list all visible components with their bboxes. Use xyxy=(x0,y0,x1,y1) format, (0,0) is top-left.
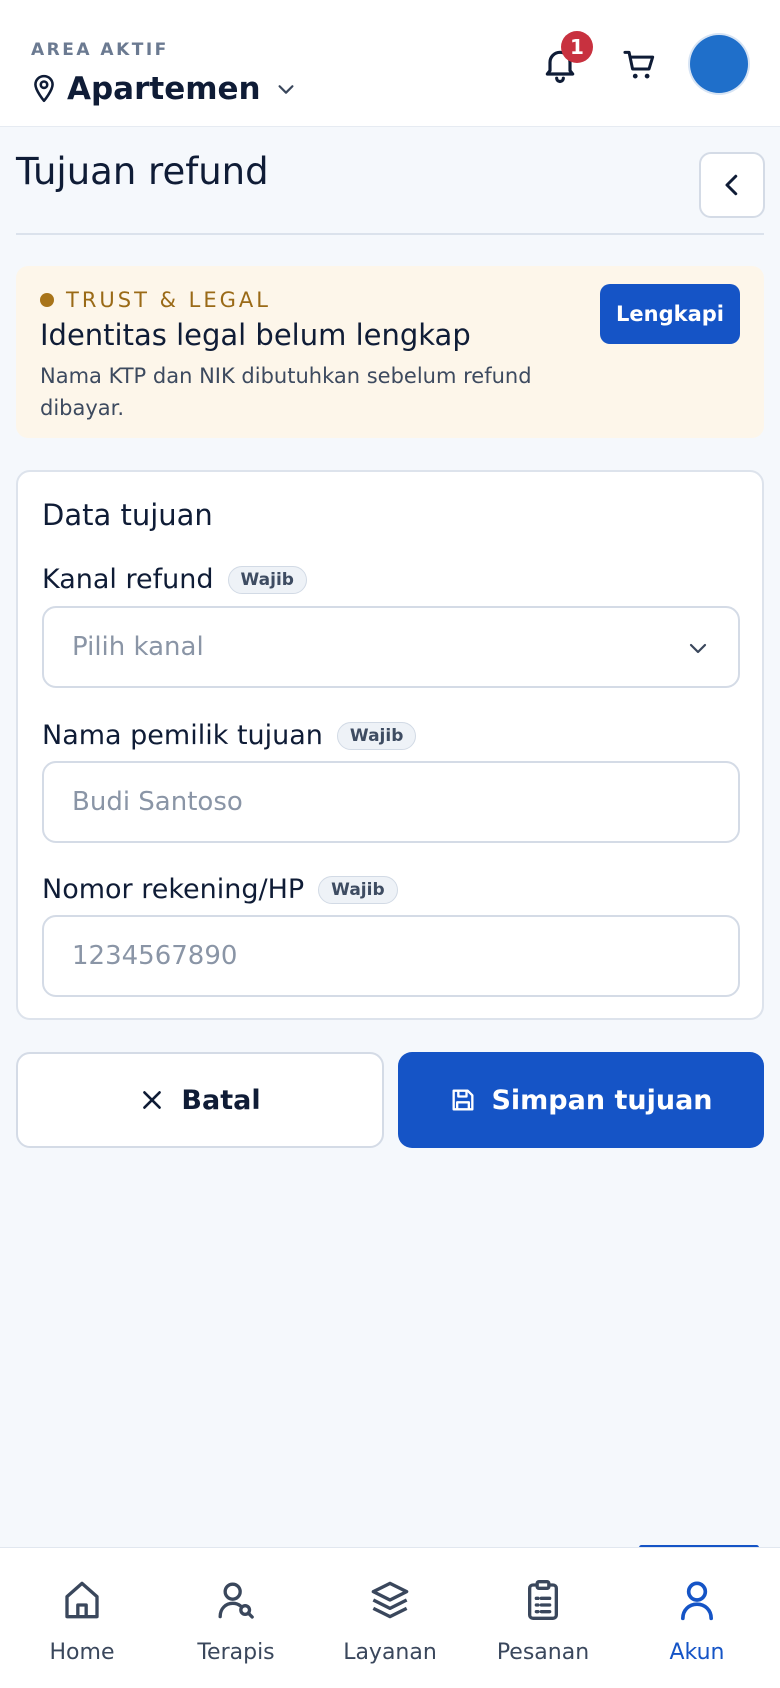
nav-item-pesanan[interactable]: Pesanan xyxy=(468,1548,618,1688)
avatar[interactable] xyxy=(690,35,748,93)
area-selector[interactable]: Apartemen xyxy=(31,68,297,110)
user-icon xyxy=(681,1581,713,1621)
chevron-down-icon xyxy=(689,643,707,654)
chevron-left-icon xyxy=(725,174,738,196)
status-dot-icon xyxy=(40,293,54,307)
save-destination-button[interactable]: Simpan tujuan xyxy=(398,1052,764,1148)
account-number-label: Nomor rekening/HP xyxy=(42,874,305,905)
save-icon xyxy=(452,1089,474,1111)
clipboard-icon xyxy=(528,1580,558,1620)
nav-item-terapis[interactable]: Terapis xyxy=(161,1548,311,1688)
close-icon xyxy=(143,1091,162,1109)
nav-label-layanan: Layanan xyxy=(343,1640,437,1665)
top-bar: AREA AKTIF Apartemen 1 xyxy=(0,0,780,127)
cancel-label: Batal xyxy=(181,1084,261,1116)
cancel-button[interactable]: Batal xyxy=(16,1052,384,1148)
page-title: Tujuan refund xyxy=(16,150,269,193)
required-badge: Wajib xyxy=(336,721,417,750)
home-icon xyxy=(65,1581,99,1619)
trust-legal-banner: TRUST & LEGAL Identitas legal belum leng… xyxy=(16,266,764,438)
channel-label: Kanal refund xyxy=(42,564,214,595)
channel-placeholder: Pilih kanal xyxy=(72,632,204,662)
save-label: Simpan tujuan xyxy=(491,1084,713,1116)
account-label-row: Nomor rekening/HP Wajib xyxy=(42,874,398,905)
owner-name-label: Nama pemilik tujuan xyxy=(42,720,323,751)
trust-tag: TRUST & LEGAL xyxy=(40,288,271,312)
channel-label-row: Kanal refund Wajib xyxy=(42,564,307,595)
location-pin-icon xyxy=(34,74,54,103)
required-badge: Wajib xyxy=(318,875,398,904)
chevron-down-icon xyxy=(278,85,294,94)
therapist-icon xyxy=(218,1582,254,1619)
bottom-navigation: Home Terapis Layanan Pesanan Akun xyxy=(0,1547,780,1688)
complete-identity-button[interactable]: Lengkapi xyxy=(600,284,740,344)
required-badge: Wajib xyxy=(227,565,307,594)
nav-label-pesanan: Pesanan xyxy=(496,1640,590,1665)
nav-label-akun: Akun xyxy=(669,1640,725,1665)
trust-title: Identitas legal belum lengkap xyxy=(40,318,471,352)
cart-button[interactable] xyxy=(621,46,659,84)
layers-icon xyxy=(371,1581,409,1619)
nav-item-layanan[interactable]: Layanan xyxy=(315,1548,465,1688)
trust-description: Nama KTP dan NIK dibutuhkan sebelum refu… xyxy=(40,364,532,420)
channel-select[interactable]: Pilih kanal xyxy=(42,606,740,688)
account-number-placeholder: 1234567890 xyxy=(72,941,238,971)
cart-icon xyxy=(623,50,655,79)
nav-item-home[interactable]: Home xyxy=(7,1548,157,1688)
nav-label-terapis: Terapis xyxy=(197,1640,275,1665)
area-name: Apartemen xyxy=(67,71,261,107)
destination-form-card: Data tujuan Kanal refund Wajib Pilih kan… xyxy=(16,470,764,1020)
trust-tag-label: TRUST & LEGAL xyxy=(66,288,271,312)
area-label: AREA AKTIF xyxy=(31,40,169,60)
nav-label-home: Home xyxy=(49,1640,115,1665)
nav-item-akun[interactable]: Akun xyxy=(622,1548,772,1688)
owner-name-input[interactable]: Budi Santoso xyxy=(42,761,740,843)
owner-name-placeholder: Budi Santoso xyxy=(72,787,243,817)
divider xyxy=(16,233,764,235)
owner-label-row: Nama pemilik tujuan Wajib xyxy=(42,720,417,751)
back-button[interactable] xyxy=(699,152,765,218)
notification-badge: 1 xyxy=(561,31,593,63)
form-title: Data tujuan xyxy=(42,498,213,532)
account-number-input[interactable]: 1234567890 xyxy=(42,915,740,997)
